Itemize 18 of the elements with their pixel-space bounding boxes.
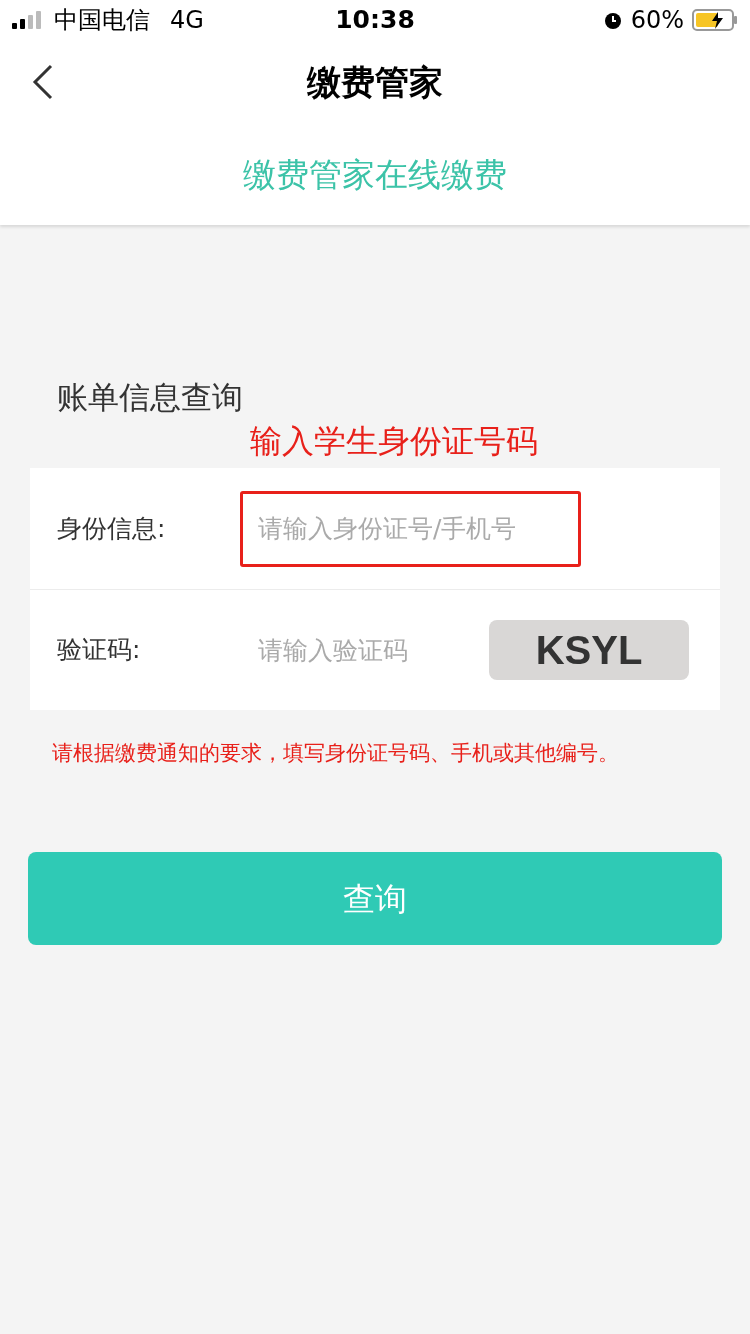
annotation: 输入学生身份证号码: [250, 422, 538, 460]
alarm-icon: [602, 10, 623, 30]
back-icon: [32, 64, 54, 100]
battery-percent: 60%: [630, 5, 684, 36]
signal-icon: [12, 10, 44, 30]
input-field[interactable]: 请输入验证码: [240, 612, 470, 688]
section-title: 账单信息查询: [57, 379, 243, 415]
battery-icon: [692, 8, 738, 32]
input-field[interactable]: 请输入身份证号/手机号: [240, 490, 581, 567]
captcha-image[interactable]: KSYL: [489, 620, 689, 680]
hint-text: 请根据缴费通知的要求，填写身份证号码、手机或其他编号。: [52, 741, 619, 765]
clock: 10:38: [335, 4, 415, 37]
network-type: 4G: [170, 5, 204, 36]
subtitle: 缴费管家在线缴费: [243, 154, 507, 197]
field-label: 身份信息:: [57, 512, 167, 545]
field-label: 验证码:: [57, 634, 142, 667]
carrier: 中国电信: [54, 5, 150, 36]
page-title: 缴费管家: [307, 61, 443, 104]
